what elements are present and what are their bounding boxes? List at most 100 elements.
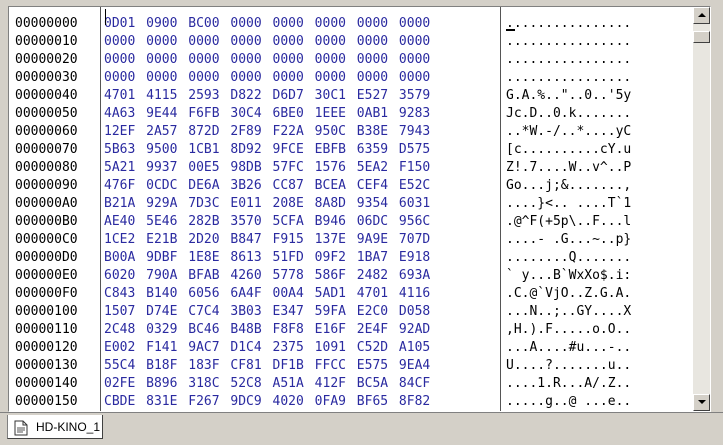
row-hex-bytes[interactable]: CBDE 831E F267 9DC9 4020 0FA9 BF65 8F82 bbox=[104, 393, 430, 411]
row-hex-bytes[interactable]: 12EF 2A57 872D 2F89 F22A 950C B38E 7943 bbox=[104, 123, 430, 141]
row-ascii[interactable]: ................ bbox=[506, 33, 631, 51]
row-address: 00000000 bbox=[15, 16, 78, 31]
row-ascii[interactable]: .....g..@ ...e.. bbox=[506, 393, 631, 411]
row-address: 000000B0 bbox=[15, 214, 78, 229]
row-hex-bytes[interactable]: E002 F141 9AC7 D1C4 2375 1091 C52D A105 bbox=[104, 339, 430, 357]
row-hex-bytes[interactable]: 4701 4115 2593 D822 D6D7 30C1 E527 3579 bbox=[104, 87, 430, 105]
row-ascii[interactable]: ....}<.. ....T`1 bbox=[506, 195, 631, 213]
row-ascii[interactable]: ................ bbox=[506, 15, 631, 33]
row-hex-bytes[interactable]: 02FE B896 318C 52C8 A51A 412F BC5A 84CF bbox=[104, 375, 430, 393]
row-address: 00000060 bbox=[15, 124, 78, 139]
row-hex-bytes[interactable]: 4A63 9E44 F6FB 30C4 6BE0 1EEE 0AB1 9283 bbox=[104, 105, 430, 123]
row-ascii[interactable]: ....1.R...A/.Z.. bbox=[506, 375, 631, 393]
hex-row: 00000030 0000 0000 0000 0000 0000 0000 00… bbox=[9, 69, 695, 87]
row-address: 00000050 bbox=[15, 106, 78, 121]
row-ascii[interactable]: G.A.%.."..0..'5y bbox=[506, 87, 631, 105]
row-ascii[interactable]: Jc.D..0.k....... bbox=[506, 105, 631, 123]
row-ascii[interactable]: .C.@`VjO..Z.G.A. bbox=[506, 285, 631, 303]
hex-row: 00000140 02FE B896 318C 52C8 A51A 412F BC… bbox=[9, 375, 695, 393]
row-ascii[interactable]: Go...j;&......., bbox=[506, 177, 631, 195]
row-address: 000000C0 bbox=[15, 232, 78, 247]
row-ascii[interactable]: ,H.).F.....o.O.. bbox=[506, 321, 631, 339]
row-hex-bytes[interactable]: 0000 0000 0000 0000 0000 0000 0000 0000 bbox=[104, 69, 430, 87]
row-ascii[interactable]: U....?.......u.. bbox=[506, 357, 631, 375]
hex-row: 00000010 0000 0000 0000 0000 0000 0000 00… bbox=[9, 33, 695, 51]
hex-viewport[interactable]: 00000000 0D01 0900 BC00 0000 0000 0000 00… bbox=[9, 7, 695, 411]
row-ascii[interactable]: ................ bbox=[506, 69, 631, 87]
hex-row: 000000F0 C843 B140 6056 6A4F 00A4 5AD1 47… bbox=[9, 285, 695, 303]
hex-row: 00000080 5A21 9937 00E5 98DB 57FC 1576 5E… bbox=[9, 159, 695, 177]
hex-row: 00000020 0000 0000 0000 0000 0000 0000 00… bbox=[9, 51, 695, 69]
hex-editor-panel: 00000000 0D01 0900 BC00 0000 0000 0000 00… bbox=[8, 6, 711, 412]
row-hex-bytes[interactable]: 1507 D74E C7C4 3B03 E347 59FA E2C0 D058 bbox=[104, 303, 430, 321]
row-hex-bytes[interactable]: B21A 929A 7D3C E011 208E 8A8D 9354 6031 bbox=[104, 195, 430, 213]
hex-row: 00000110 2C48 0329 BC46 B48B F8F8 E16F 2E… bbox=[9, 321, 695, 339]
row-hex-bytes[interactable]: 0000 0000 0000 0000 0000 0000 0000 0000 bbox=[104, 51, 430, 69]
row-hex-bytes[interactable]: B00A 9DBF 1E8E 8613 51FD 09F2 1BA7 E918 bbox=[104, 249, 430, 267]
row-hex-bytes[interactable]: 2C48 0329 BC46 B48B F8F8 E16F 2E4F 92AD bbox=[104, 321, 430, 339]
row-address: 00000010 bbox=[15, 34, 78, 49]
hex-row: 000000C0 1CE2 E21B 2D20 B847 F915 137E 9A… bbox=[9, 231, 695, 249]
row-address: 00000070 bbox=[15, 142, 78, 157]
hex-row: 00000100 1507 D74E C7C4 3B03 E347 59FA E2… bbox=[9, 303, 695, 321]
row-address: 00000150 bbox=[15, 394, 78, 409]
hex-row: 00000050 4A63 9E44 F6FB 30C4 6BE0 1EEE 0A… bbox=[9, 105, 695, 123]
hex-row: 00000060 12EF 2A57 872D 2F89 F22A 950C B3… bbox=[9, 123, 695, 141]
ascii-cursor bbox=[506, 29, 515, 31]
row-address: 000000A0 bbox=[15, 196, 78, 211]
row-ascii[interactable]: [c..........cY.u bbox=[506, 141, 631, 159]
row-address: 00000100 bbox=[15, 304, 78, 319]
row-address: 00000020 bbox=[15, 52, 78, 67]
hex-row: 000000A0 B21A 929A 7D3C E011 208E 8A8D 93… bbox=[9, 195, 695, 213]
scrollbar-thumb[interactable] bbox=[693, 31, 710, 43]
hex-row: 00000150 CBDE 831E F267 9DC9 4020 0FA9 BF… bbox=[9, 393, 695, 411]
hex-row: 00000090 476F 0CDC DE6A 3B26 CC87 BCEA CE… bbox=[9, 177, 695, 195]
tab-bar: HD-KINO_1 bbox=[0, 412, 723, 445]
row-ascii[interactable]: ..*W.-/..*....yC bbox=[506, 123, 631, 141]
row-ascii[interactable]: ........Q....... bbox=[506, 249, 631, 267]
row-address: 00000080 bbox=[15, 160, 78, 175]
row-hex-bytes[interactable]: 0D01 0900 BC00 0000 0000 0000 0000 0000 bbox=[104, 15, 430, 33]
arrow-down-icon bbox=[698, 400, 706, 404]
hex-row: 000000E0 6020 790A BFAB 4260 5778 586F 24… bbox=[9, 267, 695, 285]
row-address: 00000090 bbox=[15, 178, 78, 193]
row-ascii[interactable]: Z!.7....W..v^..P bbox=[506, 159, 631, 177]
row-hex-bytes[interactable]: C843 B140 6056 6A4F 00A4 5AD1 4701 4116 bbox=[104, 285, 430, 303]
row-address: 00000040 bbox=[15, 88, 78, 103]
scroll-up-button[interactable] bbox=[693, 7, 710, 24]
row-hex-bytes[interactable]: 5B63 9500 1CB1 8D92 9FCE EBFB 6359 D575 bbox=[104, 141, 430, 159]
row-hex-bytes[interactable]: 5A21 9937 00E5 98DB 57FC 1576 5EA2 F150 bbox=[104, 159, 430, 177]
row-address: 00000130 bbox=[15, 358, 78, 373]
row-address: 000000E0 bbox=[15, 268, 78, 283]
row-ascii[interactable]: ...A....#u...-.. bbox=[506, 339, 631, 357]
hex-row: 00000120 E002 F141 9AC7 D1C4 2375 1091 C5… bbox=[9, 339, 695, 357]
row-hex-bytes[interactable]: AE40 5E46 282B 3570 5CFA B946 06DC 956C bbox=[104, 213, 430, 231]
hex-row: 00000000 0D01 0900 BC00 0000 0000 0000 00… bbox=[9, 15, 695, 33]
document-icon bbox=[14, 420, 28, 436]
row-hex-bytes[interactable]: 6020 790A BFAB 4260 5778 586F 2482 693A bbox=[104, 267, 430, 285]
vertical-scrollbar[interactable] bbox=[693, 7, 710, 411]
row-ascii[interactable]: ....- .G...~..p} bbox=[506, 231, 631, 249]
row-ascii[interactable]: .@^F(+5p\..F...l bbox=[506, 213, 631, 231]
tab-bar-border bbox=[0, 412, 723, 413]
row-ascii[interactable]: ...N..;..GY....X bbox=[506, 303, 631, 321]
row-address: 00000140 bbox=[15, 376, 78, 391]
row-hex-bytes[interactable]: 55C4 B18F 183F CF81 DF1B FFCC E575 9EA4 bbox=[104, 357, 430, 375]
hex-row: 00000070 5B63 9500 1CB1 8D92 9FCE EBFB 63… bbox=[9, 141, 695, 159]
row-hex-bytes[interactable]: 1CE2 E21B 2D20 B847 F915 137E 9A9E 707D bbox=[104, 231, 430, 249]
row-hex-bytes[interactable]: 0000 0000 0000 0000 0000 0000 0000 0000 bbox=[104, 33, 430, 51]
arrow-up-icon bbox=[698, 13, 706, 17]
row-address: 000000D0 bbox=[15, 250, 78, 265]
row-address: 00000120 bbox=[15, 340, 78, 355]
hex-row: 000000B0 AE40 5E46 282B 3570 5CFA B946 06… bbox=[9, 213, 695, 231]
row-address: 00000030 bbox=[15, 70, 78, 85]
row-hex-bytes[interactable]: 476F 0CDC DE6A 3B26 CC87 BCEA CEF4 E52C bbox=[104, 177, 430, 195]
scroll-down-button[interactable] bbox=[693, 394, 710, 411]
tab-label: HD-KINO_1 bbox=[36, 420, 101, 434]
hex-row: 00000130 55C4 B18F 183F CF81 DF1B FFCC E5… bbox=[9, 357, 695, 375]
text-caret bbox=[105, 9, 106, 25]
row-ascii[interactable]: ................ bbox=[506, 51, 631, 69]
hex-row: 000000D0 B00A 9DBF 1E8E 8613 51FD 09F2 1B… bbox=[9, 249, 695, 267]
row-ascii[interactable]: ` y...B`WxXo$.i: bbox=[506, 267, 631, 285]
tab-hd-kino-1[interactable]: HD-KINO_1 bbox=[7, 415, 103, 439]
